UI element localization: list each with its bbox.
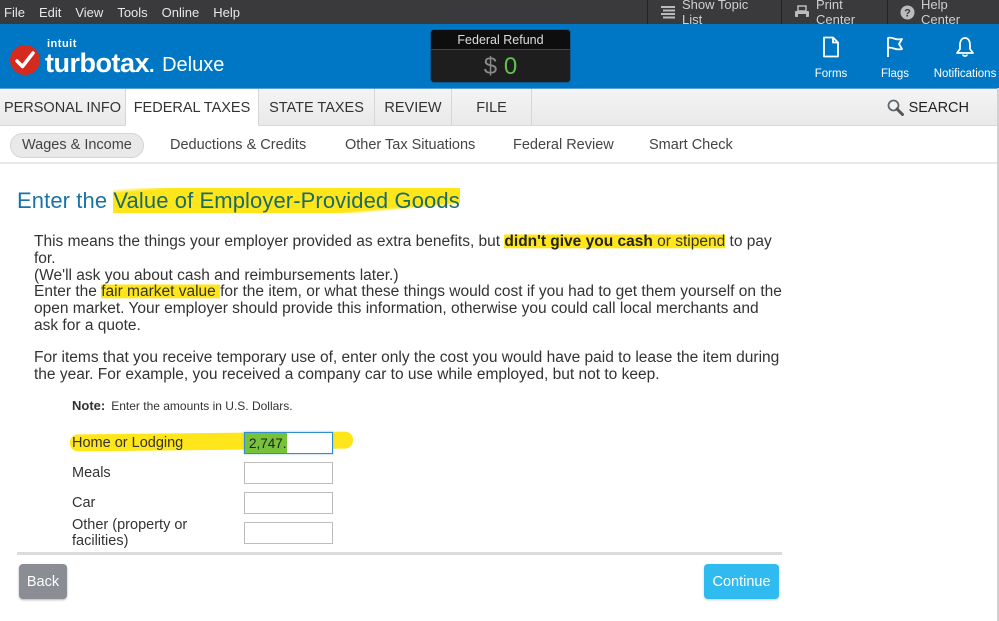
home-lodging-input[interactable] — [244, 432, 333, 454]
menu-online[interactable]: Online — [162, 5, 207, 20]
menubar: File Edit View Tools Online Help Show To… — [0, 0, 999, 27]
checkmark-logo-icon — [10, 44, 40, 75]
bell-icon — [955, 34, 975, 60]
p1-line2: (We'll ask you about cash and reimbursem… — [34, 267, 399, 284]
help-circle-icon: ? — [900, 5, 915, 20]
forms-button[interactable]: Forms — [814, 34, 848, 80]
page-title-highlight: Value of Employer-Provided Goods — [113, 188, 460, 213]
tab-federal-taxes[interactable]: FEDERAL TAXES — [126, 89, 259, 127]
help-center-label: Help Center — [921, 0, 961, 27]
list-icon — [660, 5, 676, 19]
refund-label: Federal Refund — [431, 30, 570, 50]
print-center-label: Print Center — [816, 0, 856, 27]
show-topic-list-button[interactable]: Show Topic List — [647, 0, 781, 27]
search-icon — [887, 99, 904, 116]
flags-button[interactable]: Flags — [880, 34, 910, 80]
footer-divider — [17, 552, 782, 555]
turbotax-label: turbotax. — [45, 47, 155, 78]
subnav-wages-income[interactable]: Wages & Income — [10, 133, 144, 158]
page-title-prefix: Enter the — [17, 188, 114, 213]
forms-label: Forms — [814, 68, 848, 80]
subnav-deductions-credits[interactable]: Deductions & Credits — [170, 133, 306, 158]
svg-text:?: ? — [904, 7, 911, 19]
subnav-smart-check[interactable]: Smart Check — [649, 133, 733, 158]
menu-help[interactable]: Help — [213, 5, 247, 20]
field-meals: Meals — [72, 462, 333, 484]
fair-market-paragraph: Enter the fair market value for the item… — [34, 283, 784, 334]
menu-edit[interactable]: Edit — [39, 5, 68, 20]
refund-amount: $ 0 — [431, 50, 570, 82]
tab-state-taxes[interactable]: STATE TAXES — [259, 89, 375, 126]
printer-icon — [794, 5, 810, 19]
help-center-button[interactable]: ? Help Center — [887, 0, 999, 27]
p2-text-a: Enter the — [34, 283, 102, 300]
turbotax-logo: intuit turbotax. Deluxe — [10, 38, 224, 77]
print-center-button[interactable]: Print Center — [781, 0, 887, 27]
search-button[interactable]: SEARCH — [887, 89, 969, 126]
temporary-use-paragraph: For items that you receive temporary use… — [34, 349, 780, 383]
p1-highlight: or stipend — [652, 233, 726, 250]
tab-personal-info[interactable]: PERSONAL INFO — [0, 89, 126, 126]
sub-navigation: Wages & Income Deductions & Credits Othe… — [0, 126, 999, 164]
continue-button[interactable]: Continue — [704, 564, 779, 599]
back-button[interactable]: Back — [19, 564, 67, 599]
refund-value: 0 — [503, 53, 518, 80]
turbotax-text: turbotax — [45, 47, 150, 78]
edition-label: Deluxe — [162, 54, 225, 76]
currency-note: Note: Enter the amounts in U.S. Dollars. — [72, 398, 293, 413]
tab-review[interactable]: REVIEW — [375, 89, 452, 126]
search-label: SEARCH — [908, 99, 969, 116]
meals-input[interactable] — [244, 462, 333, 484]
federal-refund-meter[interactable]: Federal Refund $ 0 — [430, 29, 571, 83]
subnav-other-tax-situations[interactable]: Other Tax Situations — [345, 133, 475, 158]
meals-label: Meals — [72, 465, 111, 481]
car-label: Car — [72, 495, 96, 511]
other-label: Other (property or facilities) — [72, 517, 188, 549]
main-tabs: PERSONAL INFO FEDERAL TAXES STATE TAXES … — [0, 88, 999, 127]
other-input[interactable] — [244, 522, 333, 544]
menu-list: File Edit View Tools Online Help — [0, 5, 254, 20]
home-lodging-label: Home or Lodging — [72, 435, 184, 451]
notifications-label: Notifications — [933, 68, 997, 80]
refund-currency: $ — [483, 53, 498, 80]
notifications-button[interactable]: Notifications — [934, 34, 996, 80]
p1-text-a: This means the things your employer prov… — [34, 233, 505, 250]
field-home-lodging: Home or Lodging — [72, 432, 333, 454]
menubar-right: Show Topic List Print Center ? Help Cent… — [647, 0, 999, 27]
field-car: Car — [72, 492, 333, 514]
tab-file[interactable]: FILE — [452, 89, 532, 126]
flags-label: Flags — [880, 68, 910, 80]
document-icon — [822, 34, 840, 60]
show-topic-list-label: Show Topic List — [682, 0, 749, 27]
menu-view[interactable]: View — [75, 5, 110, 20]
p1-bold-highlight: didn't give you cash — [504, 233, 653, 250]
flag-icon — [886, 34, 904, 60]
menu-file[interactable]: File — [4, 5, 32, 20]
note-label: Note: — [72, 398, 106, 413]
brand-wordmark: intuit turbotax. — [45, 38, 155, 78]
car-input[interactable] — [244, 492, 333, 514]
subnav-federal-review[interactable]: Federal Review — [513, 133, 614, 158]
note-text: Enter the amounts in U.S. Dollars. — [111, 399, 293, 413]
page-title: Enter the Value of Employer-Provided Goo… — [17, 188, 460, 214]
app-header: intuit turbotax. Deluxe Federal Refund $… — [0, 24, 999, 88]
p2-highlight: fair market value — [101, 283, 221, 300]
field-other: Other (property or facilities) — [72, 517, 333, 549]
intro-paragraph: This means the things your employer prov… — [34, 233, 784, 284]
menu-tools[interactable]: Tools — [117, 5, 154, 20]
